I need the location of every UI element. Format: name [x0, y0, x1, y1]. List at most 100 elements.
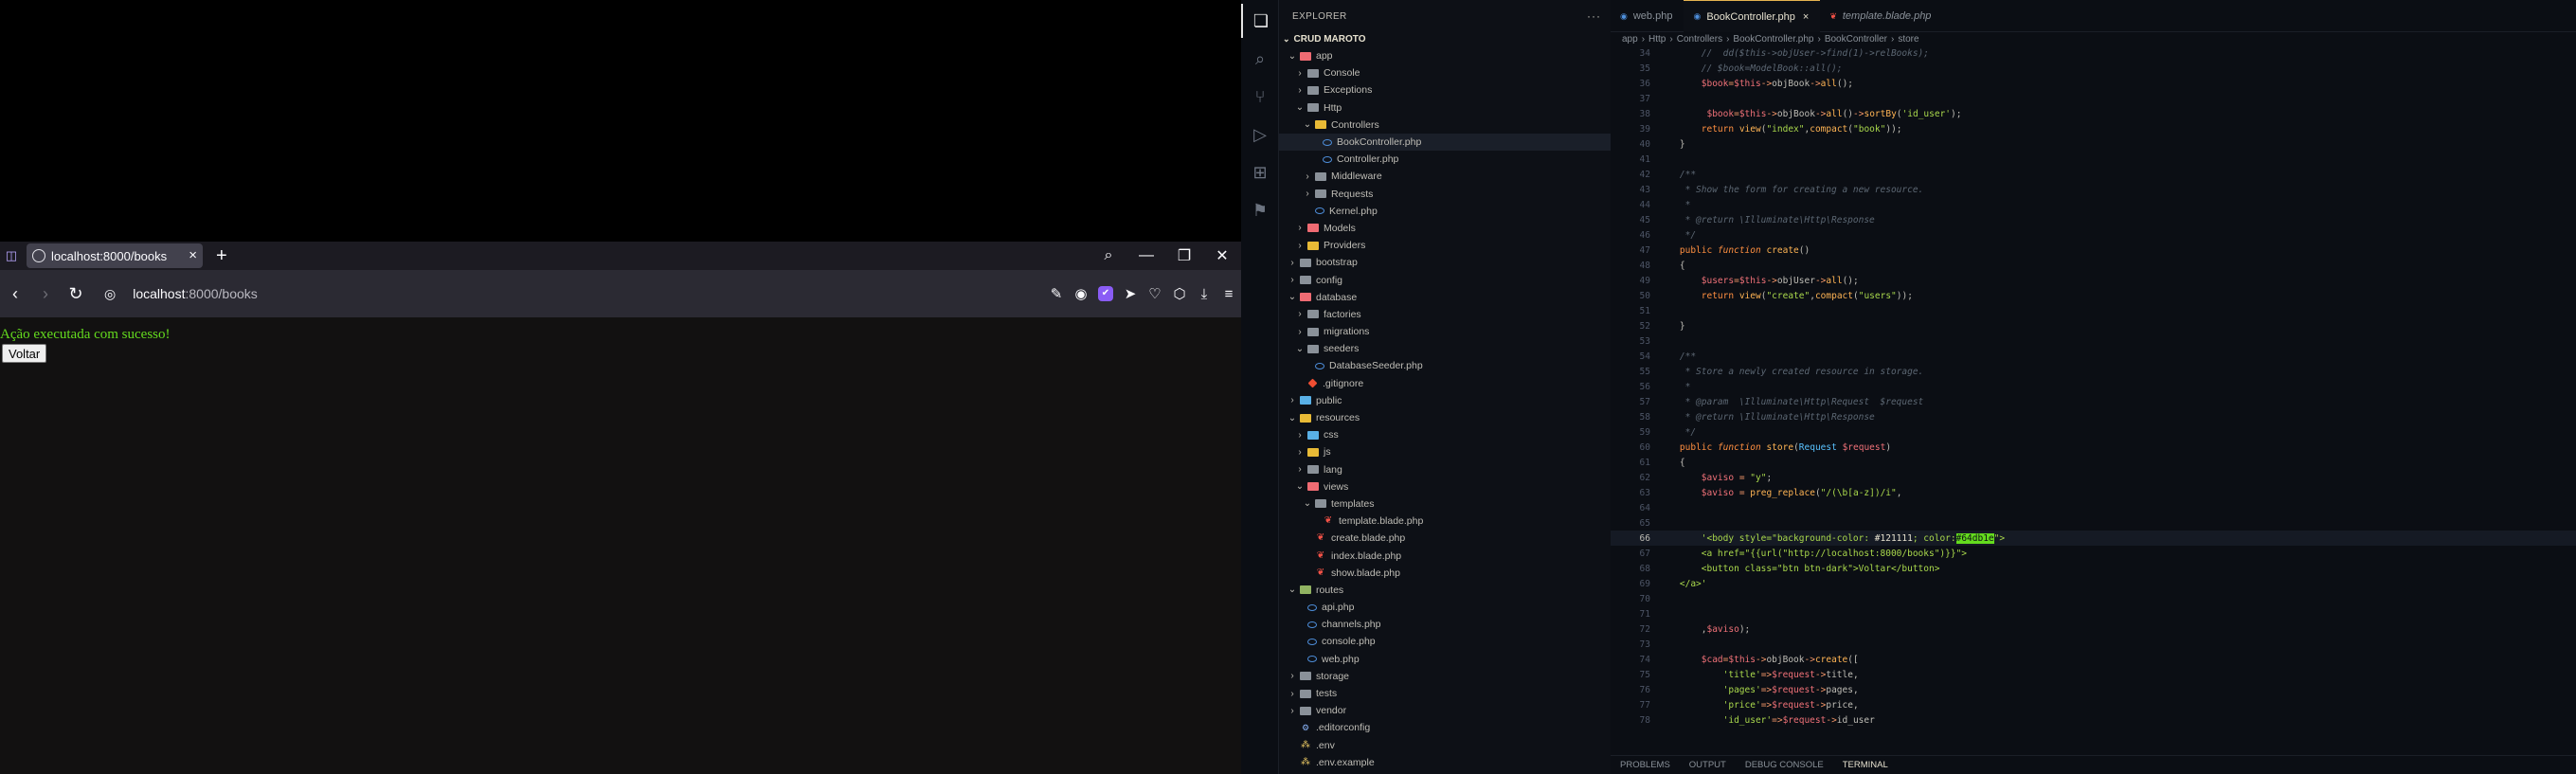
tree-folder[interactable]: ⌄ templates	[1279, 495, 1611, 513]
minimize-icon[interactable]: —	[1127, 247, 1165, 264]
code-line[interactable]: 60 public function store(Request $reques…	[1611, 440, 2576, 455]
breadcrumb-item[interactable]: store	[1898, 34, 1918, 45]
bookmark-icon[interactable]: ⚑	[1241, 193, 1279, 227]
code-line[interactable]: 65	[1611, 515, 2576, 531]
code-line[interactable]: 41	[1611, 152, 2576, 167]
code-line[interactable]: 55 * Store a newly created resource in s…	[1611, 364, 2576, 379]
tree-file[interactable]: DatabaseSeeder.php	[1279, 357, 1611, 374]
code-line[interactable]: 76 'pages'=>$request->pages,	[1611, 682, 2576, 697]
tree-folder[interactable]: › Models	[1279, 220, 1611, 237]
code-line[interactable]: 50 return view("create",compact("users")…	[1611, 288, 2576, 303]
sidebar-icon[interactable]: ◫	[2, 246, 21, 265]
breadcrumb-item[interactable]: BookController.php	[1733, 34, 1813, 45]
tree-folder[interactable]: › Middleware	[1279, 168, 1611, 185]
tree-file[interactable]: .gitignore	[1279, 375, 1611, 392]
code-line[interactable]: 54 /**	[1611, 349, 2576, 364]
tree-folder[interactable]: › Exceptions	[1279, 81, 1611, 99]
tree-file[interactable]: web.php	[1279, 651, 1611, 668]
close-tab-icon[interactable]: ×	[189, 247, 197, 263]
close-window-icon[interactable]: ✕	[1203, 246, 1241, 265]
code-line[interactable]: 43 * Show the form for creating a new re…	[1611, 182, 2576, 197]
tree-folder[interactable]: › css	[1279, 426, 1611, 443]
tree-folder[interactable]: ⌄ Controllers	[1279, 117, 1611, 134]
tree-file[interactable]: ❦ create.blade.php	[1279, 530, 1611, 547]
tree-folder[interactable]: ⌄ app	[1279, 47, 1611, 64]
menu-icon[interactable]: ≡	[1216, 286, 1241, 302]
back-button[interactable]: Voltar	[2, 344, 47, 363]
code-line[interactable]: 45 * @return \Illuminate\Http\Response	[1611, 212, 2576, 227]
run-debug-icon[interactable]: ▷	[1241, 117, 1279, 152]
code-line[interactable]: 77 'price'=>$request->price,	[1611, 697, 2576, 712]
tree-folder[interactable]: ⌄ Http	[1279, 99, 1611, 117]
code-line[interactable]: 61 {	[1611, 455, 2576, 470]
code-line[interactable]: 59 */	[1611, 424, 2576, 440]
code-line[interactable]: 51	[1611, 303, 2576, 318]
code-line[interactable]: 38 $book=$this->objBook->all()->sortBy('…	[1611, 106, 2576, 121]
tree-folder[interactable]: › bootstrap	[1279, 254, 1611, 271]
edit-icon[interactable]: ✎	[1044, 285, 1069, 302]
code-line[interactable]: 44 *	[1611, 197, 2576, 212]
tree-file[interactable]: ❦ template.blade.php	[1279, 513, 1611, 530]
forward-icon[interactable]: ›	[30, 284, 61, 304]
tree-folder[interactable]: › tests	[1279, 685, 1611, 702]
tree-folder[interactable]: › lang	[1279, 461, 1611, 478]
new-tab-button[interactable]: +	[216, 245, 227, 267]
code-line[interactable]: 62 $aviso = "y";	[1611, 470, 2576, 485]
code-line[interactable]: 49 $users=$this->objUser->all();	[1611, 273, 2576, 288]
tree-folder[interactable]: › js	[1279, 443, 1611, 460]
code-line[interactable]: 34 // dd($this->objUser->find(1)->relBoo…	[1611, 45, 2576, 61]
screenshot-icon[interactable]: ◉	[1069, 285, 1093, 302]
tree-folder[interactable]: ⌄ routes	[1279, 582, 1611, 599]
editor-tab[interactable]: ◉ web.php	[1611, 0, 1684, 32]
url-bar[interactable]: ◎ localhost:8000/books	[99, 279, 1008, 308]
tree-file[interactable]: Kernel.php	[1279, 203, 1611, 220]
code-line[interactable]: 66 '<body style="background-color: #1211…	[1611, 531, 2576, 546]
code-line[interactable]: 39 return view("index",compact("book"));	[1611, 121, 2576, 136]
code-line[interactable]: 78 'id_user'=>$request->id_user	[1611, 712, 2576, 728]
send-icon[interactable]: ➤	[1118, 285, 1143, 302]
tree-file[interactable]: ⁂ .env.example	[1279, 754, 1611, 771]
code-line[interactable]: 69 </a>'	[1611, 576, 2576, 591]
reload-icon[interactable]: ↻	[61, 284, 91, 304]
tree-folder[interactable]: › config	[1279, 271, 1611, 288]
tree-file[interactable]: ❦ show.blade.php	[1279, 565, 1611, 582]
search-icon[interactable]: ⌕	[1090, 247, 1127, 264]
tree-file[interactable]: BookController.php	[1279, 133, 1611, 152]
tree-file[interactable]: console.php	[1279, 633, 1611, 650]
code-line[interactable]: 36 $book=$this->objBook->all();	[1611, 76, 2576, 91]
code-line[interactable]: 74 $cad=$this->objBook->create([	[1611, 652, 2576, 667]
source-control-icon[interactable]: ⑂	[1241, 80, 1279, 114]
tree-folder[interactable]: › public	[1279, 392, 1611, 409]
code-line[interactable]: 46 */	[1611, 227, 2576, 243]
code-line[interactable]: 40 }	[1611, 136, 2576, 152]
search-icon[interactable]: ⌕	[1241, 42, 1279, 76]
code-line[interactable]: 52 }	[1611, 318, 2576, 333]
browser-tab[interactable]: localhost:8000/books ×	[27, 243, 203, 268]
code-line[interactable]: 64	[1611, 500, 2576, 515]
panel-tab[interactable]: DEBUG CONSOLE	[1736, 756, 1833, 774]
tree-folder[interactable]: › vendor	[1279, 702, 1611, 719]
breadcrumb-item[interactable]: Http	[1648, 34, 1666, 45]
code-line[interactable]: 70	[1611, 591, 2576, 606]
code-line[interactable]: 56 *	[1611, 379, 2576, 394]
tree-folder[interactable]: › factories	[1279, 306, 1611, 323]
tree-file[interactable]: api.php	[1279, 599, 1611, 616]
panel-tab[interactable]: OUTPUT	[1680, 756, 1736, 774]
tree-folder[interactable]: › Console	[1279, 64, 1611, 81]
editor-tab[interactable]: ❦ template.blade.php	[1820, 0, 1942, 32]
tree-file[interactable]: Controller.php	[1279, 151, 1611, 168]
code-line[interactable]: 35 // $book=ModelBook::all();	[1611, 61, 2576, 76]
extensions-icon[interactable]: ⊞	[1241, 155, 1279, 189]
panel-tab[interactable]: PROBLEMS	[1611, 756, 1680, 774]
tree-file[interactable]: ⚙ .editorconfig	[1279, 719, 1611, 736]
explorer-icon[interactable]: ❏	[1241, 4, 1279, 38]
breadcrumb-item[interactable]: BookController	[1825, 34, 1887, 45]
code-line[interactable]: 63 $aviso = preg_replace("/(\b[a-z])/i",	[1611, 485, 2576, 500]
code-line[interactable]: 37	[1611, 91, 2576, 106]
breadcrumb-item[interactable]: app	[1622, 34, 1638, 45]
code-view[interactable]: 34 // dd($this->objUser->find(1)->relBoo…	[1611, 45, 2576, 728]
code-line[interactable]: 67 <a href="{{url("http://localhost:8000…	[1611, 546, 2576, 561]
panel-tab[interactable]: TERMINAL	[1832, 756, 1898, 774]
code-line[interactable]: 72 ,$aviso);	[1611, 621, 2576, 637]
code-line[interactable]: 57 * @param \Illuminate\Http\Request $re…	[1611, 394, 2576, 409]
